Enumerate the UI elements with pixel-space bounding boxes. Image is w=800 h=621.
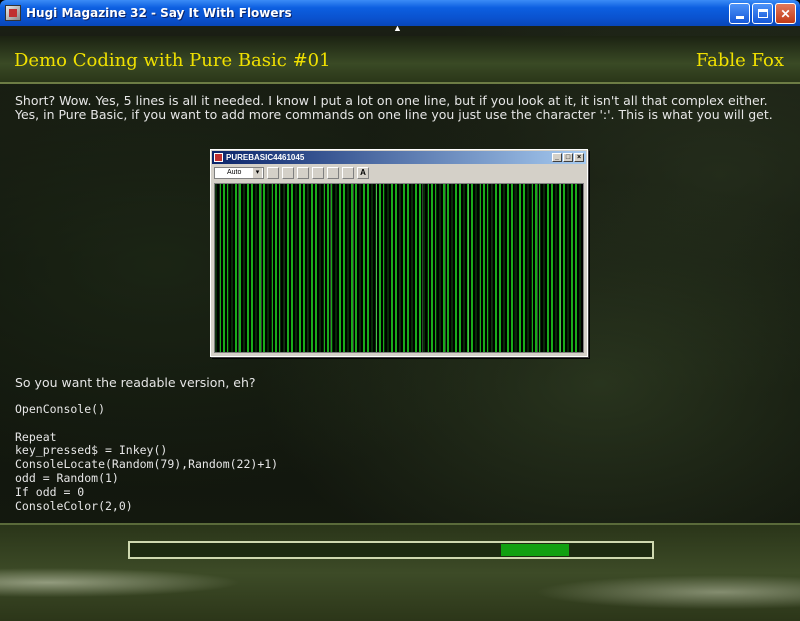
minimize-icon xyxy=(735,16,744,19)
title-bar: Hugi Magazine 32 - Say It With Flowers ✕ xyxy=(0,0,800,26)
reading-progress-bar[interactable] xyxy=(128,541,654,559)
screenshot-maximize-icon: □ xyxy=(563,153,573,162)
console-app-icon xyxy=(214,153,223,162)
maximize-icon xyxy=(757,9,768,18)
window-title: Hugi Magazine 32 - Say It With Flowers xyxy=(26,6,292,20)
magazine-view: ▲ Demo Coding with Pure Basic #01 Fable … xyxy=(0,26,800,621)
properties-icon xyxy=(327,167,339,179)
article-header: Demo Coding with Pure Basic #01 Fable Fo… xyxy=(0,36,800,84)
article-title: Demo Coding with Pure Basic #01 xyxy=(14,50,331,71)
close-icon: ✕ xyxy=(780,6,791,21)
fullscreen-icon xyxy=(312,167,324,179)
code-listing: OpenConsole() Repeat key_pressed$ = Inke… xyxy=(15,402,279,513)
purebasic-screenshot: PUREBASIC4461045 _ □ × Auto A xyxy=(210,149,588,357)
bottom-bar xyxy=(0,523,800,621)
copy-icon xyxy=(282,167,294,179)
screenshot-minimize-icon: _ xyxy=(552,153,562,162)
matrix-console-output xyxy=(214,183,584,353)
close-button[interactable]: ✕ xyxy=(775,3,796,24)
font-icon: A xyxy=(357,167,369,179)
article-body[interactable]: Short? Wow. Yes, 5 lines is all it neede… xyxy=(15,94,785,524)
screenshot-title: PUREBASIC4461045 xyxy=(226,153,305,162)
progress-indicator[interactable] xyxy=(501,544,569,556)
minimize-button[interactable] xyxy=(729,3,750,24)
mark-icon xyxy=(267,167,279,179)
screenshot-toolbar: Auto A xyxy=(211,165,587,181)
app-icon[interactable] xyxy=(5,5,21,21)
scroll-up-arrow-icon[interactable]: ▲ xyxy=(393,26,402,33)
screenshot-close-icon: × xyxy=(574,153,584,162)
background-icon xyxy=(342,167,354,179)
readable-version-text: So you want the readable version, eh? xyxy=(15,375,256,390)
font-size-select: Auto xyxy=(214,167,264,179)
article-author: Fable Fox xyxy=(695,50,784,71)
paste-icon xyxy=(297,167,309,179)
screenshot-window-controls: _ □ × xyxy=(552,153,584,162)
window-controls: ✕ xyxy=(729,3,796,24)
maximize-button[interactable] xyxy=(752,3,773,24)
intro-paragraph: Short? Wow. Yes, 5 lines is all it neede… xyxy=(15,94,773,122)
screenshot-title-bar: PUREBASIC4461045 _ □ × xyxy=(212,151,586,164)
